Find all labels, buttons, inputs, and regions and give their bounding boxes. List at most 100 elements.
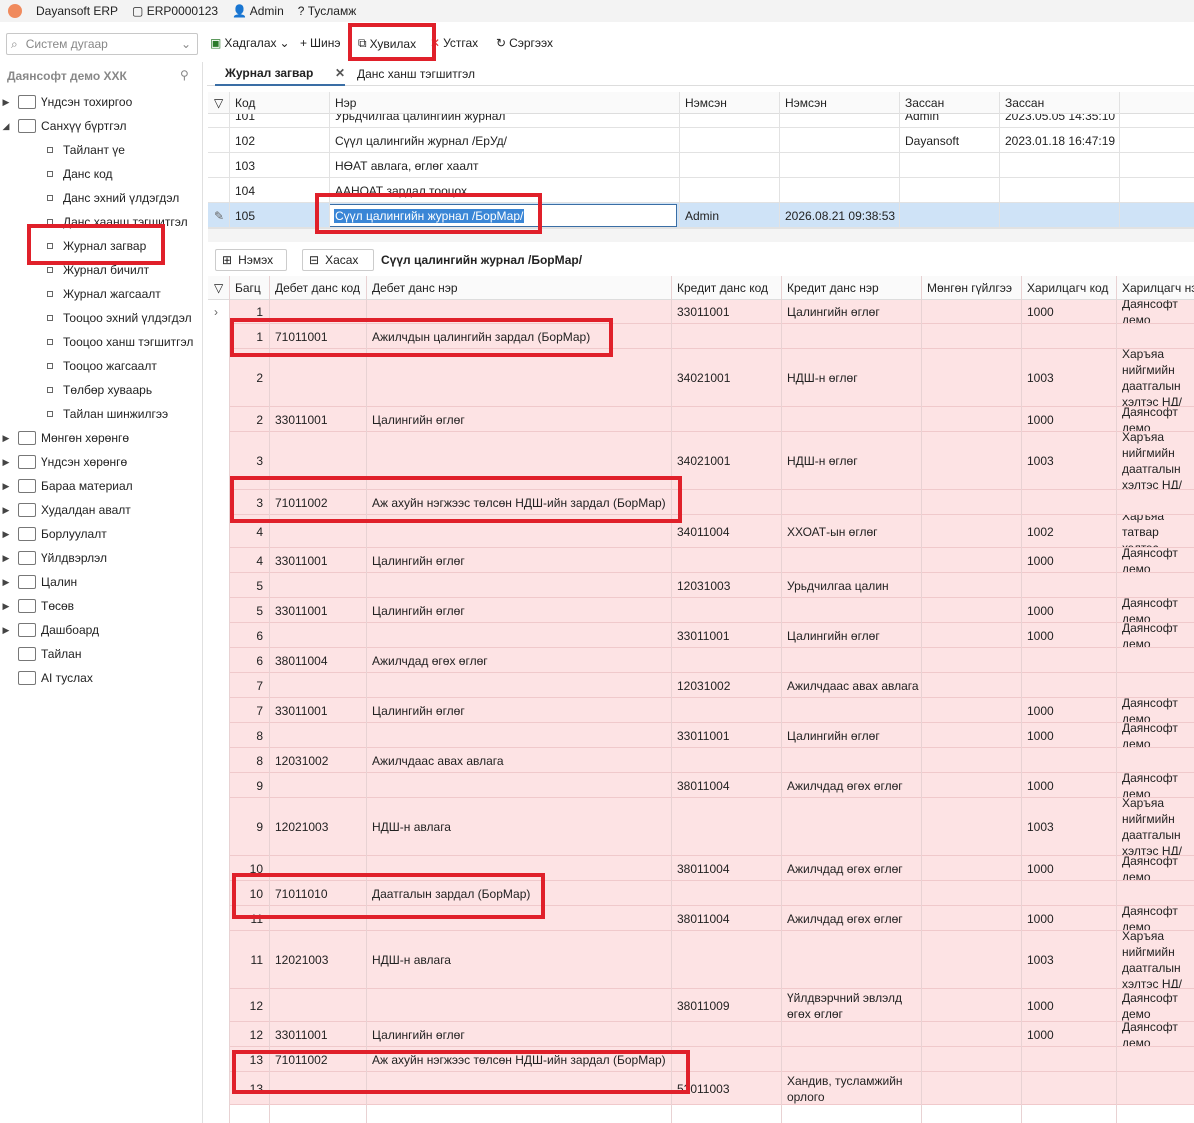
column-header[interactable]: Код <box>229 92 329 114</box>
save-button[interactable]: ▣ Хадгалах ⌄ <box>210 36 290 50</box>
sidebar-item[interactable]: Данс хаанш тэгшитгэл <box>0 210 188 234</box>
sidebar-item[interactable]: Төлбөр хуваарь <box>0 378 152 402</box>
table-row[interactable]: 11 38011004 Ажилчдад өгөх өглөг 1000 Даянсоф… <box>229 906 1194 931</box>
expand-down-icon[interactable]: ◢ <box>0 121 12 132</box>
table-row[interactable]: 6 38011004 Ажилчдад өгөх өглөг <box>229 648 1194 673</box>
sidebar-item[interactable]: ▶ Үндсэн тохиргоо <box>0 90 132 114</box>
column-header[interactable]: Кредит данс нэр <box>781 276 921 300</box>
expand-right-icon[interactable]: ▶ <box>0 457 12 468</box>
table-row[interactable]: 10 71011010 Даатгалын зардал (БорМар) <box>229 881 1194 906</box>
table-row[interactable]: 4 34011004 ХХОАТ-ын өглөг 1002 Харъяа татвар… <box>229 515 1194 548</box>
table-cell[interactable]: Сүүл цалингийн журнал /БорМар/ <box>329 204 677 227</box>
column-header[interactable]: Нэмсэн <box>779 92 899 114</box>
table-row[interactable]: 8 12031002 Ажилчдаас авах авлага <box>229 748 1194 773</box>
expand-right-icon[interactable]: ▶ <box>0 625 12 636</box>
document-number[interactable]: ▢ ERP0000123 <box>132 4 218 18</box>
column-header[interactable]: Дебет данс код <box>269 276 366 300</box>
close-icon[interactable]: ✕ <box>335 66 345 80</box>
column-header[interactable]: Мөнгөн гүйлгээ <box>921 276 1021 300</box>
table-row[interactable]: ✎ 105 Сүүл цалингийн журнал /БорМар/Admin 2… <box>208 203 1194 228</box>
column-header[interactable]: Зассан <box>899 92 999 114</box>
table-row[interactable]: 6 33011001 Цалингийн өглөг 1000 Даянсофт дем… <box>229 623 1194 648</box>
column-header[interactable]: Багц <box>229 276 269 300</box>
table-row[interactable]: 12 38011009 Үйлдвэрчний эвлэлд өгөх өглөг 1… <box>229 989 1194 1022</box>
sidebar-item[interactable]: Тайлан <box>0 642 81 666</box>
sidebar-item[interactable]: ▶ Худалдан авалт <box>0 498 131 522</box>
table-row[interactable]: 5 12031003 Урьдчилгаа цалин <box>229 573 1194 598</box>
column-header[interactable]: Харилцагч нэр <box>1116 276 1194 300</box>
table-row[interactable]: 103 НӨАТ авлага, өглөг хаалт <box>208 153 1194 178</box>
column-header[interactable]: Дебет данс нэр <box>366 276 671 300</box>
sidebar-item[interactable]: Тайлант үе <box>0 138 125 162</box>
table-row[interactable]: 5 33011001 Цалингийн өглөг 1000 Даянсофт дем… <box>229 598 1194 623</box>
refresh-button[interactable]: ↻ Сэргээх <box>496 36 553 50</box>
delete-button[interactable]: ✕ Устгах <box>430 36 478 50</box>
column-header[interactable]: Нэмсэн <box>679 92 779 114</box>
table-row[interactable]: 1 33011001 Цалингийн өглөг 1000 Даянсофт дем… <box>229 300 1194 324</box>
table-row[interactable]: 10 38011004 Ажилчдад өгөх өглөг 1000 Даянсоф… <box>229 856 1194 881</box>
table-row[interactable]: 9 38011004 Ажилчдад өгөх өглөг 1000 Даянсофт… <box>229 773 1194 798</box>
table-row[interactable]: 12 33011001 Цалингийн өглөг 1000 Даянсофт де… <box>229 1022 1194 1047</box>
sidebar-item[interactable]: ▶ Борлуулалт <box>0 522 107 546</box>
pin-icon[interactable]: ⚲ <box>180 68 189 82</box>
table-row[interactable]: 4 33011001 Цалингийн өглөг 1000 Даянсофт дем… <box>229 548 1194 573</box>
expand-right-icon[interactable]: ▶ <box>0 553 12 564</box>
sidebar-item[interactable]: ▶ Төсөв <box>0 594 74 618</box>
sidebar-item[interactable]: AI туслах <box>0 666 93 690</box>
sidebar-item[interactable]: Данс эхний үлдэгдэл <box>0 186 179 210</box>
table-row[interactable]: 2 33011001 Цалингийн өглөг 1000 Даянсофт дем… <box>229 407 1194 432</box>
filter-icon[interactable]: ▽ <box>208 92 229 114</box>
horizontal-scrollbar[interactable] <box>208 228 1194 242</box>
table-row[interactable]: 13 71011002 Аж ахуйн нэгжээс төлсөн НДШ-ий… <box>229 1047 1194 1072</box>
table-row[interactable]: 13 52011003 Хандив, тусламжийн орлого <box>229 1072 1194 1105</box>
table-row[interactable]: 1 71011001 Ажилчдын цалингийн зардал (БорМ… <box>229 324 1194 349</box>
sidebar-item[interactable]: Тайлан шинжилгээ <box>0 402 168 426</box>
table-row[interactable]: 7 12031002 Ажилчдаас авах авлага <box>229 673 1194 698</box>
user-menu[interactable]: 👤 Admin <box>232 4 284 18</box>
table-row[interactable]: 101 Урьдчилгаа цалингийн журнал Admin 2023.… <box>208 114 1194 128</box>
table-row[interactable]: 3 71011002 Аж ахуйн нэгжээс төлсөн НДШ-ийн… <box>229 490 1194 515</box>
table-row[interactable]: 104 ААНОАТ зардал тооцох <box>208 178 1194 203</box>
sidebar-item[interactable]: Тооцоо жагсаалт <box>0 354 157 378</box>
filter-icon[interactable]: ▽ <box>208 276 229 300</box>
table-row[interactable]: 11 12021003 НДШ-н авлага 1003 Харъяа нийгмий… <box>229 931 1194 989</box>
system-number-input[interactable]: ⌕ Систем дугаар ⌄ <box>6 33 198 55</box>
expand-right-icon[interactable]: ▶ <box>0 505 12 516</box>
expand-right-icon[interactable]: ▶ <box>0 577 12 588</box>
sidebar-item[interactable]: ▶ Мөнгөн хөрөнгө <box>0 426 129 450</box>
help-menu[interactable]: ? Тусламж <box>298 4 357 18</box>
expand-right-icon[interactable]: ▶ <box>0 529 12 540</box>
table-row[interactable]: 3 34021001 НДШ-н өглөг 1003 Харъяа нийгмийн … <box>229 432 1194 490</box>
expand-right-icon[interactable]: ▶ <box>0 433 12 444</box>
expand-right-icon[interactable]: ▶ <box>0 97 12 108</box>
sidebar-item[interactable]: ▶ Цалин <box>0 570 77 594</box>
add-button[interactable]: ⊞ Нэмэх <box>215 249 287 271</box>
sidebar-item[interactable]: ▶ Үндсэн хөрөнгө <box>0 450 127 474</box>
new-button[interactable]: + Шинэ <box>300 36 340 50</box>
table-row[interactable]: 2 34021001 НДШ-н өглөг 1003 Харъяа нийгмийн … <box>229 349 1194 407</box>
sidebar-item[interactable]: ▶ Үйлдвэрлэл <box>0 546 107 570</box>
table-row[interactable]: 7 33011001 Цалингийн өглөг 1000 Даянсофт дем… <box>229 698 1194 723</box>
table-row[interactable]: 8 33011001 Цалингийн өглөг 1000 Даянсофт дем… <box>229 723 1194 748</box>
sidebar-item[interactable]: Журнал загвар <box>0 234 146 258</box>
column-header[interactable]: Кредит данс код <box>671 276 781 300</box>
tab-journal-template[interactable]: Журнал загвар ✕ <box>215 62 345 86</box>
table-row[interactable]: 9 12021003 НДШ-н авлага 1003 Харъяа нийгмийн… <box>229 798 1194 856</box>
sidebar-item[interactable]: Тооцоо эхний үлдэгдэл <box>0 306 192 330</box>
sidebar-item[interactable]: Журнал бичилт <box>0 258 149 282</box>
remove-button[interactable]: ⊟ Хасах <box>302 249 374 271</box>
tab-rate-adjustment[interactable]: Данс ханш тэгшитгэл <box>347 62 487 86</box>
table-row[interactable]: 102 Сүүл цалингийн журнал /ЕрУд/Dayansoft… <box>208 128 1194 153</box>
column-header[interactable]: Зассан <box>999 92 1119 114</box>
column-header[interactable]: Харилцагч код <box>1021 276 1116 300</box>
sidebar-item[interactable]: ◢ Санхүү бүртгэл <box>0 114 126 138</box>
expand-right-icon[interactable]: ▶ <box>0 481 12 492</box>
expand-right-icon[interactable]: ▶ <box>0 601 12 612</box>
copy-button[interactable]: ⧉ Хувилах <box>358 36 416 51</box>
column-header[interactable]: Нэр <box>329 92 679 114</box>
sidebar-item[interactable]: Журнал жагсаалт <box>0 282 161 306</box>
sidebar-item[interactable]: Тооцоо ханш тэгшитгэл <box>0 330 193 354</box>
sidebar-item[interactable]: Данс код <box>0 162 113 186</box>
sidebar-item[interactable]: ▶ Бараа материал <box>0 474 133 498</box>
sidebar-item[interactable]: ▶ Дашбоард <box>0 618 99 642</box>
